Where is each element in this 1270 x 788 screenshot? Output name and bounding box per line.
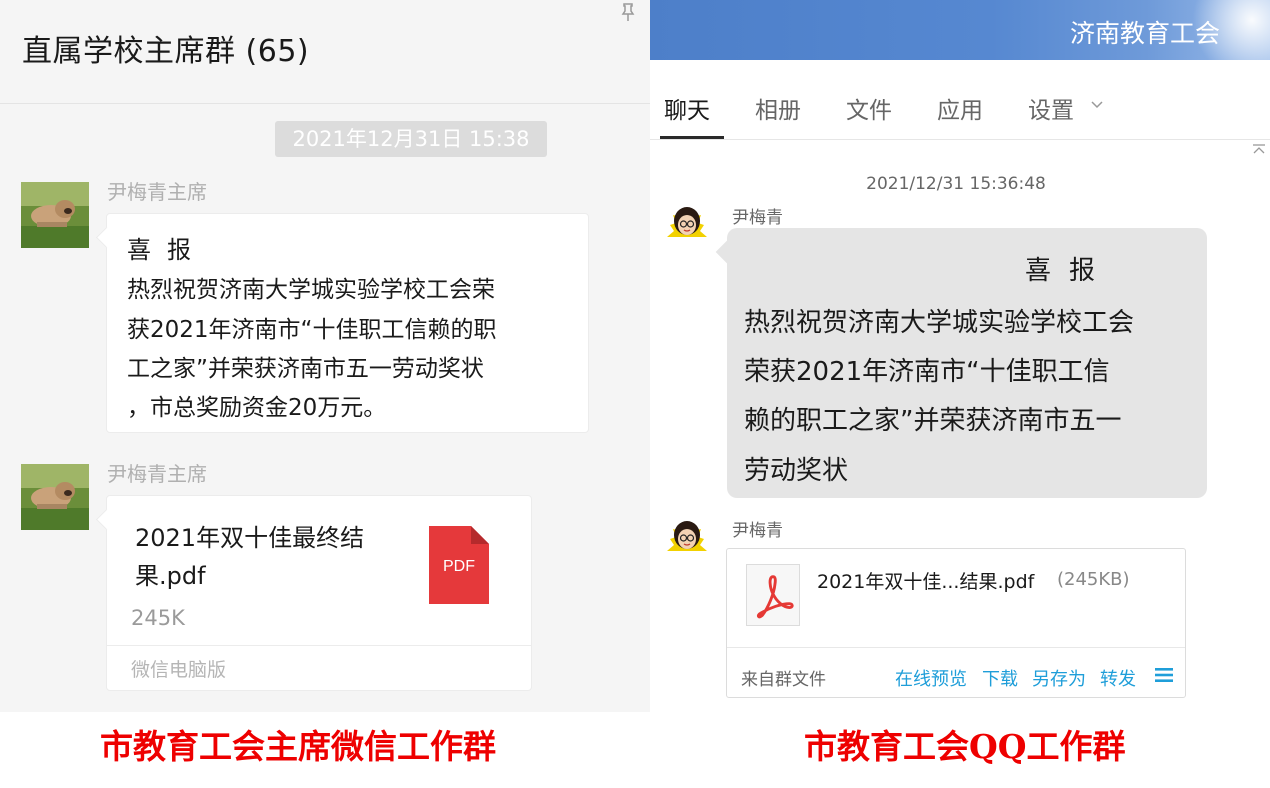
wechat-header: 直属学校主席群 (65) xyxy=(0,0,650,104)
message-text-line: 工之家”并荣获济南市五一劳动奖状 xyxy=(127,356,484,382)
qq-group-window: 济南教育工会 聊天 相册 文件 应用 设置 2021/12/31 15:36:4… xyxy=(650,0,1270,712)
chevron-down-icon[interactable] xyxy=(1090,100,1104,110)
file-message-card[interactable]: 2021年双十佳...结果.pdf (245KB) 来自群文件 在线预览 下载 … xyxy=(726,548,1186,698)
message-heading: 喜报 xyxy=(1025,256,1114,286)
collapse-icon[interactable] xyxy=(1251,143,1267,155)
message-timestamp: 2021年12月31日 15:38 xyxy=(275,121,547,157)
message-bubble[interactable]: 喜报 热烈祝贺济南大学城实验学校工会荣 获2021年济南市“十佳职工信赖的职 工… xyxy=(106,213,589,433)
file-name: 2021年双十佳...结果.pdf xyxy=(817,571,1035,593)
group-title: 直属学校主席群 (65) xyxy=(22,34,310,69)
tab-album[interactable]: 相册 xyxy=(755,91,801,125)
message-timestamp: 2021/12/31 15:36:48 xyxy=(866,174,1046,194)
tab-files[interactable]: 文件 xyxy=(846,91,892,125)
tab-bar: 聊天 相册 文件 应用 设置 xyxy=(650,60,1270,140)
file-name: 果.pdf xyxy=(135,562,206,590)
message-text-line: 荣获2021年济南市“十佳职工信 xyxy=(744,357,1110,387)
message-bubble[interactable]: 喜报 热烈祝贺济南大学城实验学校工会 荣获2021年济南市“十佳职工信 赖的职工… xyxy=(727,228,1207,498)
avatar[interactable] xyxy=(664,513,710,559)
message-text-line: 热烈祝贺济南大学城实验学校工会荣 xyxy=(127,277,495,303)
pdf-icon-label: PDF xyxy=(443,558,475,575)
divider xyxy=(727,647,1185,648)
divider xyxy=(107,645,531,646)
sender-name: 尹梅青主席 xyxy=(107,180,207,204)
file-name: 2021年双十佳最终结 xyxy=(135,524,365,552)
sender-name: 尹梅青 xyxy=(732,521,783,541)
active-tab-indicator xyxy=(660,136,724,139)
file-size: (245KB) xyxy=(1057,569,1130,590)
tab-chat[interactable]: 聊天 xyxy=(664,91,710,125)
dog-photo-avatar-image xyxy=(21,182,89,248)
forward-link[interactable]: 转发 xyxy=(1100,665,1136,691)
file-source: 来自群文件 xyxy=(741,670,826,690)
message-text-line: 获2021年济南市“十佳职工信赖的职 xyxy=(127,317,497,343)
avatar[interactable] xyxy=(664,199,710,245)
message-text-line: 劳动奖状 xyxy=(744,456,849,486)
message-text-line: 热烈祝贺济南大学城实验学校工会 xyxy=(744,308,1135,338)
caption-qq-group: 市教育工会QQ工作群 xyxy=(804,727,1126,766)
tab-settings[interactable]: 设置 xyxy=(1028,91,1074,125)
message-text-line: ，市总奖励资金20万元。 xyxy=(127,395,387,421)
tab-apps[interactable]: 应用 xyxy=(937,91,983,125)
file-source: 微信电脑版 xyxy=(131,659,227,681)
save-as-link[interactable]: 另存为 xyxy=(1032,665,1086,691)
message-heading: 喜报 xyxy=(127,236,207,264)
caption-wechat-group: 市教育工会主席微信工作群 xyxy=(100,727,496,766)
preview-online-link[interactable]: 在线预览 xyxy=(895,665,967,691)
wechat-chat-window: 直属学校主席群 (65) 2021年12月31日 15:38 尹梅青主席 喜报 … xyxy=(0,0,650,712)
dog-photo-avatar-image xyxy=(21,464,89,530)
pin-icon[interactable] xyxy=(619,2,637,22)
avatar[interactable] xyxy=(21,464,89,530)
file-message-card[interactable]: 2021年双十佳最终结 果.pdf 245K PDF 微信电脑版 xyxy=(106,495,532,691)
group-title: 济南教育工会 xyxy=(1069,19,1220,48)
avatar[interactable] xyxy=(21,182,89,248)
message-text-line: 赖的职工之家”并荣获济南市五一 xyxy=(744,406,1122,436)
group-banner: 济南教育工会 xyxy=(650,0,1270,60)
download-link[interactable]: 下载 xyxy=(982,665,1018,691)
sender-name: 尹梅青 xyxy=(732,208,783,228)
sender-name: 尹梅青主席 xyxy=(107,462,207,486)
adobe-pdf-icon xyxy=(746,564,800,626)
menu-icon[interactable] xyxy=(1155,667,1173,683)
file-size: 245K xyxy=(131,606,185,630)
